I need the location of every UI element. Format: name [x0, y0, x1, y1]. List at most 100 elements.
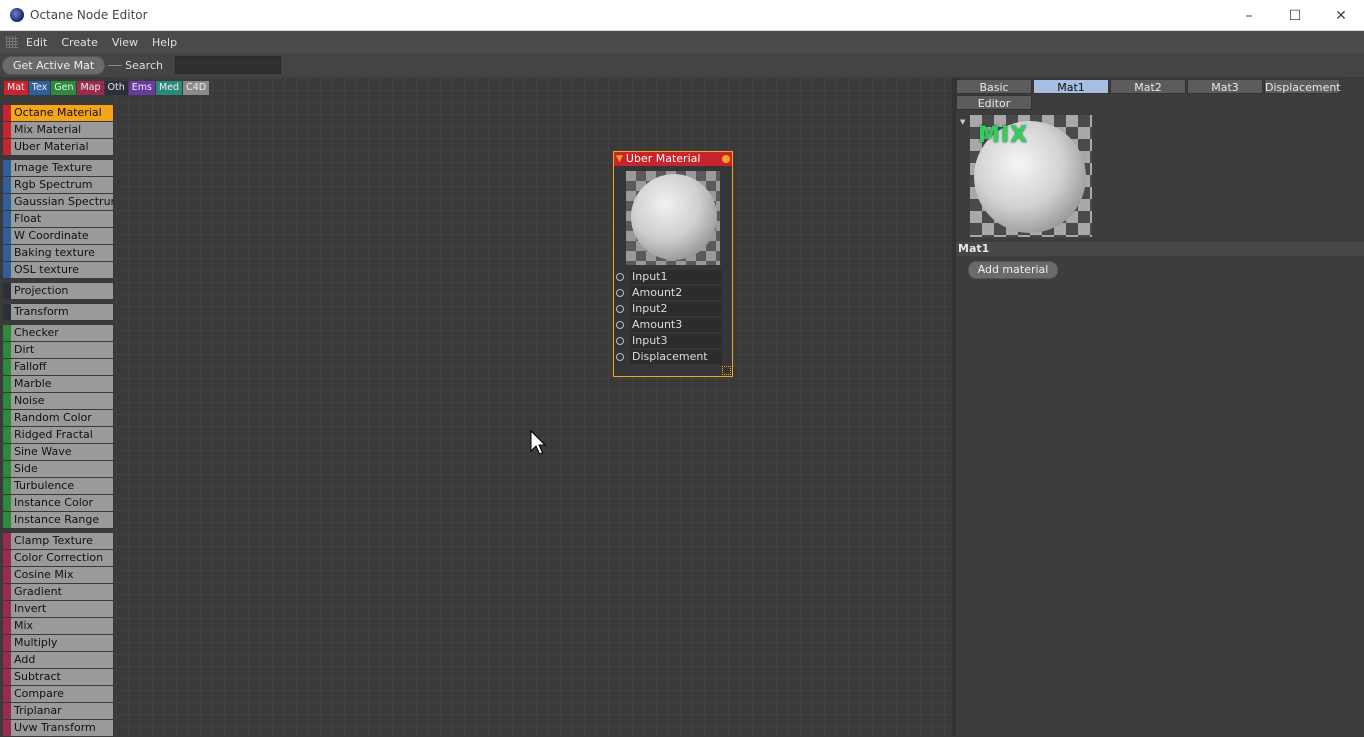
node-item-ridged-fractal[interactable]: Ridged Fractal [3, 427, 113, 443]
tab-mat2[interactable]: Mat2 [1110, 79, 1186, 94]
node-item-checker[interactable]: Checker [3, 325, 113, 341]
port-input2[interactable]: Input2 [614, 301, 732, 317]
category-tab-oth[interactable]: Oth [104, 81, 128, 95]
node-item-falloff[interactable]: Falloff [3, 359, 113, 375]
node-item-float[interactable]: Float [3, 211, 113, 227]
preview-caret-icon[interactable]: ▼ [960, 118, 965, 126]
category-tabs: Mat Tex Gen Map Oth Ems Med C4D [4, 81, 210, 95]
minimize-button[interactable]: – [1226, 0, 1272, 31]
node-item-sine-wave[interactable]: Sine Wave [3, 444, 113, 460]
category-tab-med[interactable]: Med [156, 81, 183, 95]
port-label: Amount2 [630, 286, 722, 300]
search-input[interactable] [174, 56, 281, 74]
node-item-dirt[interactable]: Dirt [3, 342, 113, 358]
window-title: Octane Node Editor [30, 8, 148, 22]
uber-material-node[interactable]: ▼ Uber Material Input1 Amount2 Input2 Amoun… [613, 151, 733, 377]
node-item-marble[interactable]: Marble [3, 376, 113, 392]
port-label: Input3 [630, 334, 722, 348]
node-item-transform[interactable]: Transform [3, 304, 113, 320]
node-item-cosine-mix[interactable]: Cosine Mix [3, 567, 113, 583]
category-tab-c4d[interactable]: C4D [183, 81, 210, 95]
input-port-icon[interactable] [616, 337, 624, 345]
category-tab-ems[interactable]: Ems [128, 81, 155, 95]
material-tabs: Basic Mat1 Mat2 Mat3 Displacement Editor [956, 79, 1346, 111]
port-input3[interactable]: Input3 [614, 333, 732, 349]
menu-view[interactable]: View [110, 36, 146, 49]
node-header[interactable]: ▼ Uber Material [614, 152, 732, 166]
add-material-button[interactable]: Add material [968, 261, 1058, 279]
node-item-invert[interactable]: Invert [3, 601, 113, 617]
node-item-rgb-spectrum[interactable]: Rgb Spectrum [3, 177, 113, 193]
node-item-triplanar[interactable]: Triplanar [3, 703, 113, 719]
get-active-mat-button[interactable]: Get Active Mat [2, 55, 106, 75]
node-item-uvw-transform[interactable]: Uvw Transform [3, 720, 113, 736]
node-item-mix-material[interactable]: Mix Material [3, 122, 113, 138]
node-item-compare[interactable]: Compare [3, 686, 113, 702]
node-item-side[interactable]: Side [3, 461, 113, 477]
input-port-icon[interactable] [616, 289, 624, 297]
node-item-color-correction[interactable]: Color Correction [3, 550, 113, 566]
node-item-osl-texture[interactable]: OSL texture [3, 262, 113, 278]
tab-basic[interactable]: Basic [956, 79, 1032, 94]
category-tab-tex[interactable]: Tex [28, 81, 51, 95]
node-item-random-color[interactable]: Random Color [3, 410, 113, 426]
title-bar: Octane Node Editor – ☐ ✕ [0, 0, 1364, 31]
node-item-baking-texture[interactable]: Baking texture [3, 245, 113, 261]
node-item-instance-range[interactable]: Instance Range [3, 512, 113, 528]
search-label: Search [125, 58, 163, 72]
section-title: Mat1 [956, 242, 1364, 256]
menu-help[interactable]: Help [150, 36, 185, 49]
menu-create[interactable]: Create [59, 36, 106, 49]
port-label: Input2 [630, 302, 722, 316]
tab-mat3[interactable]: Mat3 [1187, 79, 1263, 94]
node-item-octane-material[interactable]: Octane Material [3, 105, 113, 121]
node-item-turbulence[interactable]: Turbulence [3, 478, 113, 494]
maximize-button[interactable]: ☐ [1272, 0, 1318, 31]
category-tab-map[interactable]: Map [77, 81, 104, 95]
menu-bar: Edit Create View Help [0, 31, 1364, 53]
node-item-mix[interactable]: Mix [3, 618, 113, 634]
tab-displacement[interactable]: Displacement [1264, 79, 1341, 94]
node-item-instance-color[interactable]: Instance Color [3, 495, 113, 511]
port-label: Displacement [630, 350, 722, 364]
category-tab-mat[interactable]: Mat [4, 81, 28, 95]
node-item-w-coordinate[interactable]: W Coordinate [3, 228, 113, 244]
node-item-image-texture[interactable]: Image Texture [3, 160, 113, 176]
preview-sphere [631, 174, 717, 260]
node-item-gaussian-spectrum[interactable]: Gaussian Spectrum [3, 194, 113, 210]
preview-text: MIX [978, 123, 1029, 148]
node-item-clamp-texture[interactable]: Clamp Texture [3, 533, 113, 549]
output-port-icon[interactable] [722, 155, 730, 163]
resize-handle-icon[interactable] [722, 366, 731, 375]
tab-editor[interactable]: Editor [956, 95, 1032, 110]
node-item-noise[interactable]: Noise [3, 393, 113, 409]
node-item-multiply[interactable]: Multiply [3, 635, 113, 651]
toolbar: Get Active Mat Search [0, 53, 1364, 78]
port-amount3[interactable]: Amount3 [614, 317, 732, 333]
node-item-projection[interactable]: Projection [3, 283, 113, 299]
port-label: Input1 [630, 270, 722, 284]
node-item-subtract[interactable]: Subtract [3, 669, 113, 685]
node-title: Uber Material [625, 152, 701, 165]
port-amount2[interactable]: Amount2 [614, 285, 732, 301]
close-button[interactable]: ✕ [1318, 0, 1364, 31]
node-list: Octane Material Mix Material Uber Material… [3, 105, 113, 737]
collapse-triangle-icon[interactable]: ▼ [616, 152, 623, 166]
node-item-add[interactable]: Add [3, 652, 113, 668]
node-item-gradient[interactable]: Gradient [3, 584, 113, 600]
category-tab-gen[interactable]: Gen [51, 81, 77, 95]
input-port-icon[interactable] [616, 305, 624, 313]
mix-material-preview: MIX [970, 115, 1092, 237]
input-port-icon[interactable] [616, 273, 624, 281]
tab-mat1[interactable]: Mat1 [1033, 79, 1109, 94]
app-icon [10, 8, 24, 22]
port-displacement[interactable]: Displacement [614, 349, 732, 365]
input-port-icon[interactable] [616, 353, 624, 361]
node-canvas[interactable] [116, 78, 952, 736]
grip-icon[interactable] [6, 36, 18, 48]
divider [108, 64, 123, 66]
node-item-uber-material[interactable]: Uber Material [3, 139, 113, 155]
input-port-icon[interactable] [616, 321, 624, 329]
port-input1[interactable]: Input1 [614, 269, 732, 285]
menu-edit[interactable]: Edit [24, 36, 55, 49]
